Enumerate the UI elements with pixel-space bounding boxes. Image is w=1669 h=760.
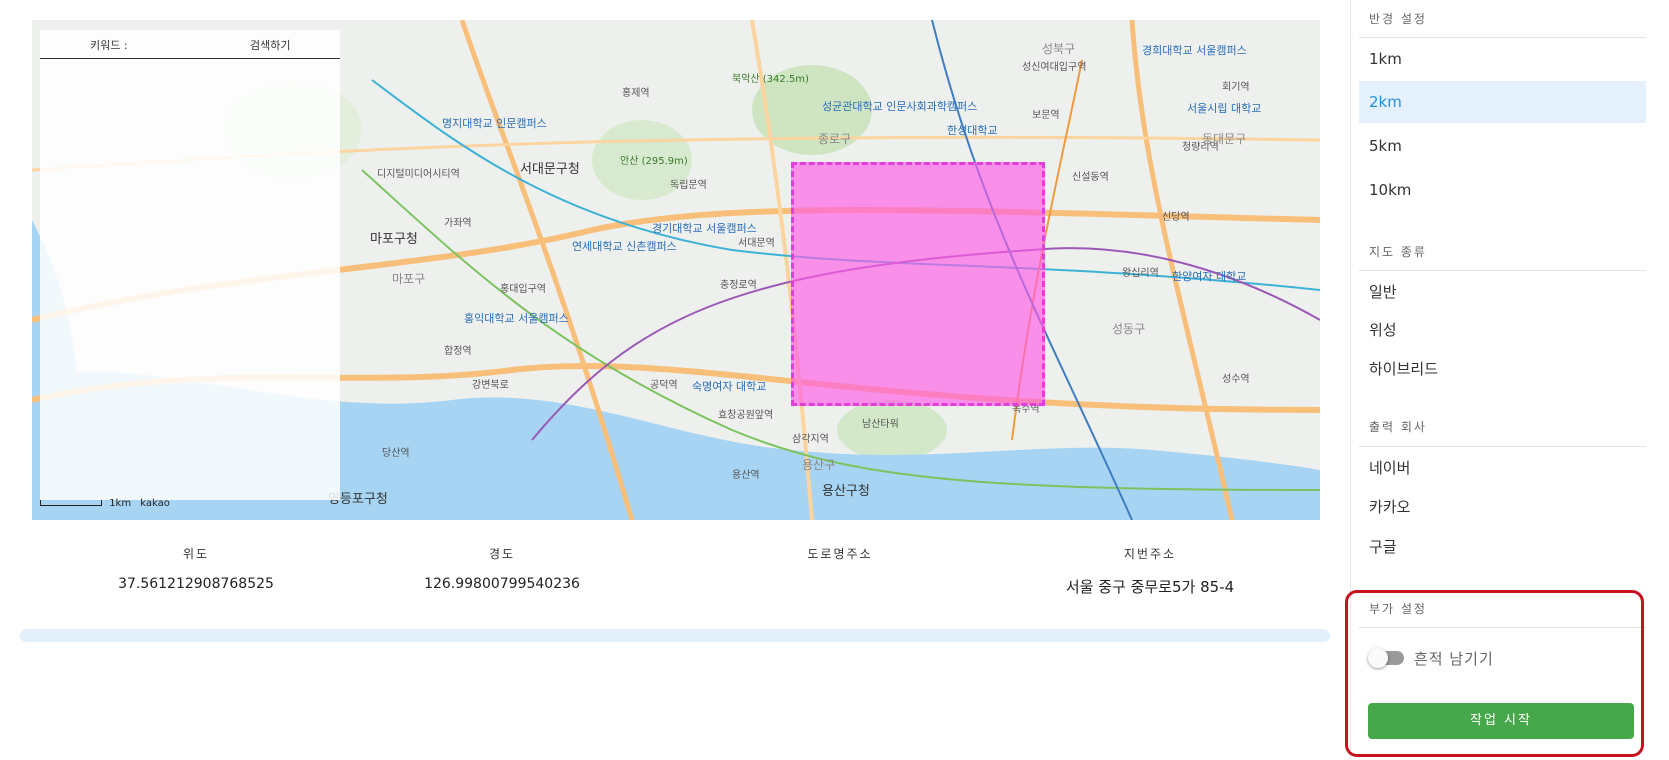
map-label: 안산 (295.9m) (620, 156, 688, 167)
map-view[interactable]: 서대문구청 마포구청 용산구청 영등포구청 북악산 (342.5m) 안산 (2… (32, 20, 1320, 520)
latitude-value: 37.561212908768525 (118, 576, 274, 592)
map-label: 디지털미디어시티역 (377, 169, 460, 180)
map-label: 회기역 (1222, 82, 1250, 93)
map-label: 성균관대학교 인문사회과학캠퍼스 (822, 100, 978, 113)
trace-toggle-label: 흔적 남기기 (1414, 650, 1494, 668)
radius-selection-area (791, 162, 1045, 406)
map-label: 효창공원앞역 (718, 410, 774, 421)
map-label: 성신여대입구역 (1022, 62, 1087, 73)
latitude-label: 위도 (182, 547, 210, 561)
scale-text: 1km (109, 498, 132, 509)
map-label: 경희대학교 서울캠퍼스 (1142, 44, 1247, 57)
map-label: 독립문역 (670, 180, 707, 191)
lot-address-value: 서울 중구 중무로5가 85-4 (1065, 578, 1235, 596)
map-label: 서대문구청 (520, 162, 580, 177)
map-label: 마포구청 (370, 232, 418, 247)
radius-option-1km[interactable]: 1km (1359, 38, 1646, 80)
map-label: 삼각지역 (792, 434, 829, 445)
map-label: 충정로역 (720, 280, 757, 291)
map-label: 명지대학교 인문캠퍼스 (442, 117, 547, 130)
map-type-section-title: 지도 종류 (1369, 245, 1427, 259)
lot-address-label: 지번주소 (1123, 547, 1177, 561)
map-label: 당산역 (382, 448, 410, 459)
company-section-title: 출력 회사 (1369, 420, 1427, 434)
start-task-button[interactable]: 작업 시작 (1368, 703, 1634, 739)
map-label: 성북구 (1042, 42, 1076, 56)
map-label: 서대문역 (738, 238, 775, 249)
map-scale: 1km kakao (40, 498, 170, 509)
map-type-option-hybrid[interactable]: 하이브리드 (1359, 348, 1646, 390)
map-label: 홍익대학교 서울캠퍼스 (464, 312, 569, 325)
search-panel: 키워드 : 검색하기 (40, 30, 340, 500)
map-label: 가좌역 (444, 218, 472, 229)
trace-toggle[interactable] (1368, 648, 1404, 668)
latitude-column: 위도 37.561212908768525 (66, 545, 326, 592)
map-label: 용산역 (732, 470, 760, 481)
company-option-google[interactable]: 구글 (1359, 526, 1646, 568)
toggle-knob (1368, 648, 1388, 668)
map-label: 왕십리역 (1122, 268, 1159, 279)
map-label: 신당역 (1162, 212, 1190, 223)
map-type-option-normal[interactable]: 일반 (1359, 271, 1646, 313)
map-provider: kakao (140, 498, 170, 509)
radius-option-2km[interactable]: 2km (1359, 81, 1646, 123)
map-label: 숙명여자 대학교 (692, 380, 767, 393)
map-label: 합정역 (444, 346, 472, 357)
longitude-label: 경도 (488, 547, 516, 561)
map-label: 보문역 (1032, 110, 1060, 121)
map-label: 성동구 (1112, 322, 1146, 336)
map-label: 한양여자 대학교 (1172, 270, 1247, 283)
company-option-naver[interactable]: 네이버 (1359, 447, 1646, 489)
map-label: 용산구청 (822, 484, 870, 499)
map-label: 강변북로 (472, 380, 509, 391)
map-label: 마포구 (392, 272, 426, 286)
search-button[interactable]: 검색하기 (250, 37, 290, 53)
longitude-column: 경도 126.99800799540236 (372, 545, 632, 592)
search-bar: 키워드 : 검색하기 (40, 30, 340, 59)
map-label: 공덕역 (650, 380, 678, 391)
map-label: 홍제역 (622, 88, 650, 99)
radius-section-title: 반경 설정 (1369, 12, 1427, 26)
scale-bar (40, 500, 102, 506)
map-label: 종로구 (818, 132, 852, 146)
road-address-label: 도로명주소 (807, 547, 873, 561)
map-label: 성수역 (1222, 374, 1250, 385)
radius-option-5km[interactable]: 5km (1359, 125, 1646, 167)
map-type-option-satellite[interactable]: 위성 (1359, 309, 1646, 351)
map-label: 용산구 (802, 458, 836, 472)
company-option-kakao[interactable]: 카카오 (1359, 486, 1646, 528)
map-label: 서울시립 대학교 (1187, 102, 1262, 115)
map-label: 한성대학교 (947, 124, 998, 137)
radius-option-10km[interactable]: 10km (1359, 169, 1646, 211)
road-address-column: 도로명주소 (710, 545, 970, 576)
map-label: 동대문구 (1202, 132, 1247, 146)
keyword-label: 키워드 : (90, 39, 128, 52)
map-label: 신설동역 (1072, 172, 1109, 183)
lot-address-column: 지번주소 서울 중구 중무로5가 85-4 (1020, 545, 1280, 597)
map-label: 홍대입구역 (500, 284, 546, 295)
map-label: 남산타워 (862, 419, 899, 430)
map-label: 연세대학교 신촌캠퍼스 (572, 240, 677, 253)
map-label: 북악산 (342.5m) (732, 74, 809, 85)
longitude-value: 126.99800799540236 (424, 576, 580, 592)
progress-bar (20, 629, 1330, 642)
